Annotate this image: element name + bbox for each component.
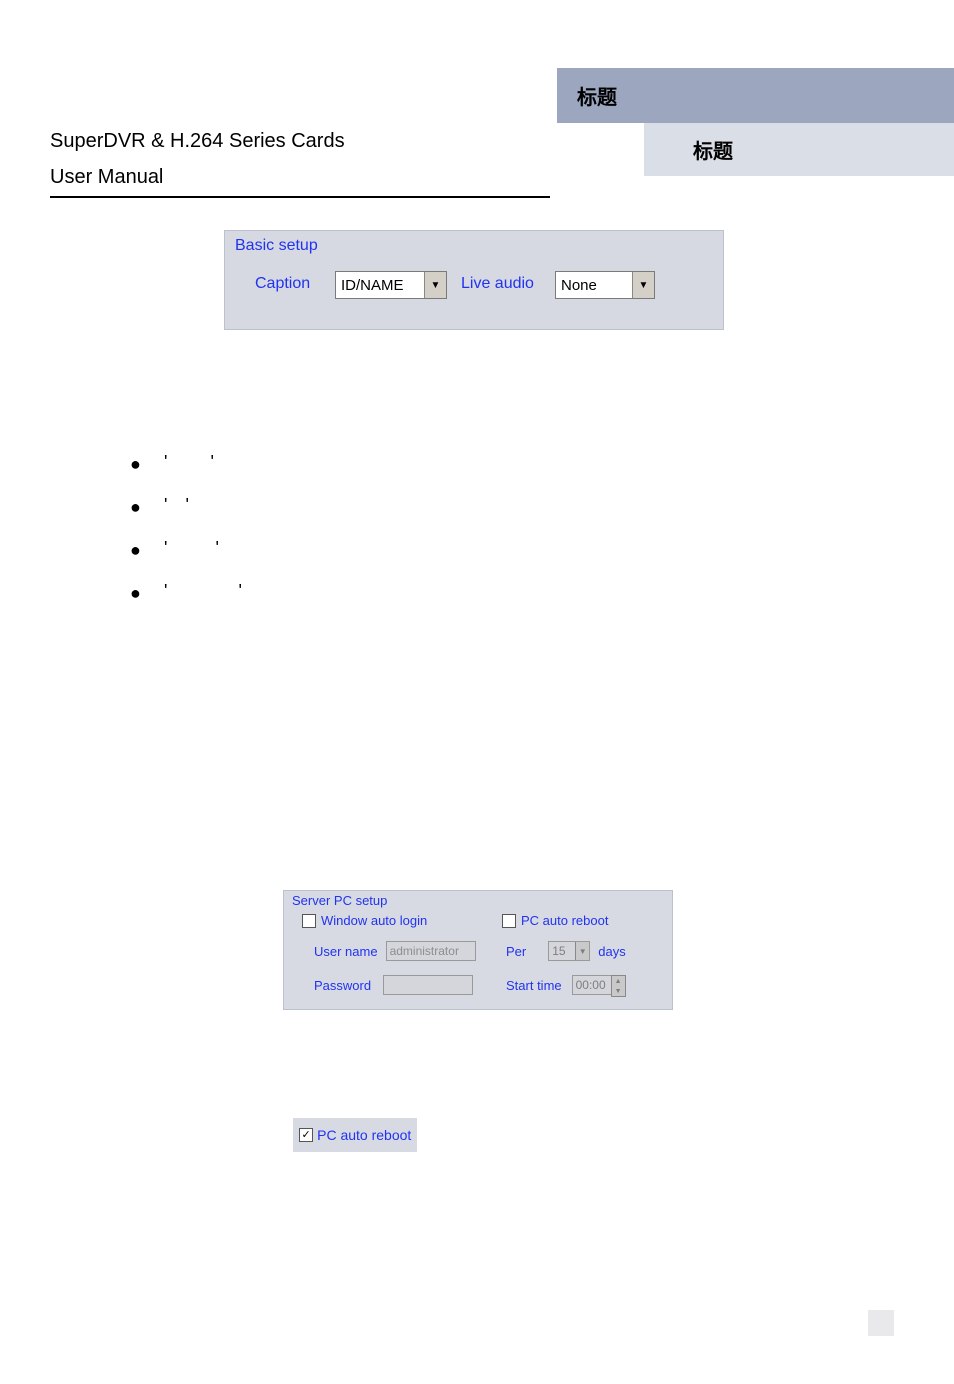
checkbox-icon [302, 914, 316, 928]
list-item: 'Name': camera names displayed [130, 538, 870, 559]
caption-dropdown[interactable]: ID/NAME ▼ [335, 271, 447, 299]
body-text-reboot: System may become unstable after a perio… [80, 1080, 880, 1152]
pc-auto-reboot-label: PC auto reboot [521, 913, 608, 928]
doc-header-top-label: 标题 [577, 81, 617, 110]
figure-server-pc-setup: Server PC setup Window auto login PC aut… [283, 890, 673, 1010]
checkbox-icon [502, 914, 516, 928]
liveaudio-dropdown-value: None [561, 277, 597, 294]
page-number-placeholder [868, 1310, 894, 1336]
days-label: days [598, 944, 625, 959]
username-row: User name administrator [314, 941, 476, 961]
username-label: User name [314, 944, 378, 959]
chevron-down-icon[interactable]: ▼ [424, 272, 446, 298]
chevron-down-icon[interactable]: ▼ [632, 272, 654, 298]
username-field[interactable]: administrator [386, 941, 476, 961]
title-underline [50, 196, 550, 198]
spin-up-icon[interactable]: ▲ [612, 976, 625, 986]
per-row: Per 15 ▼ days [506, 941, 626, 961]
liveaudio-label: Live audio [461, 275, 534, 293]
list-item: 'ID/Name': both camera number and camera… [130, 581, 870, 602]
figure2-caption: Fig4.3 Server PC Setup [0, 1031, 954, 1052]
server-pc-setup-group-label: Server PC setup [292, 893, 387, 908]
password-row: Password [314, 975, 473, 995]
list-item: 'None': no title displayed [130, 452, 870, 473]
liveaudio-dropdown[interactable]: None ▼ [555, 271, 655, 299]
per-label: Per [506, 944, 526, 959]
doc-header-top-bar: 标题 [557, 68, 954, 123]
spin-down-icon[interactable]: ▼ [612, 986, 625, 996]
body-text-caption-intro: [Caption]: There are four options for us… [80, 398, 880, 427]
caption-dropdown-value: ID/NAME [341, 277, 404, 294]
password-label: Password [314, 978, 371, 993]
password-field[interactable] [383, 975, 473, 995]
list-item: 'ID' : camera numbers displayed [130, 495, 870, 516]
caption-label: Caption [255, 275, 310, 293]
pc-auto-reboot-checkbox[interactable]: PC auto reboot [502, 913, 608, 928]
inline-pc-auto-reboot-checkbox[interactable]: ✓ PC auto reboot [293, 1118, 417, 1152]
window-auto-login-checkbox[interactable]: Window auto login [302, 913, 427, 928]
doc-title: SuperDVR & H.264 Series Cards [50, 130, 345, 153]
body-text-liveaudio: [Live audio]: TD series card with DB15 o… [80, 680, 880, 785]
basic-setup-group-label: Basic setup [235, 237, 318, 255]
figure-basic-setup: Basic setup Caption ID/NAME ▼ Live audio… [224, 230, 724, 330]
doc-header-side-label: 标题 [693, 135, 733, 164]
checkbox-checked-icon: ✓ [299, 1128, 313, 1142]
start-time-field[interactable]: 00:00 ▲ ▼ [572, 975, 626, 995]
doc-header-side-bar: 标题 [644, 123, 954, 176]
window-auto-login-label: Window auto login [321, 913, 427, 928]
section-heading: 4.1.2 Server PC Setup [80, 844, 280, 867]
per-dropdown[interactable]: 15 ▼ [548, 941, 590, 961]
inline-pc-auto-reboot-label: PC auto reboot [317, 1121, 411, 1149]
doc-subtitle: User Manual [50, 166, 163, 189]
start-time-label: Start time [506, 978, 562, 993]
figure1-caption: Fig4.2 Caption and Live Audio Configurat… [0, 352, 954, 373]
start-time-row: Start time 00:00 ▲ ▼ [506, 975, 626, 995]
chevron-down-icon[interactable]: ▼ [575, 942, 589, 960]
start-time-spinner[interactable]: ▲ ▼ [611, 975, 626, 997]
caption-options-list: 'None': no title displayed 'ID' : camera… [130, 452, 870, 624]
